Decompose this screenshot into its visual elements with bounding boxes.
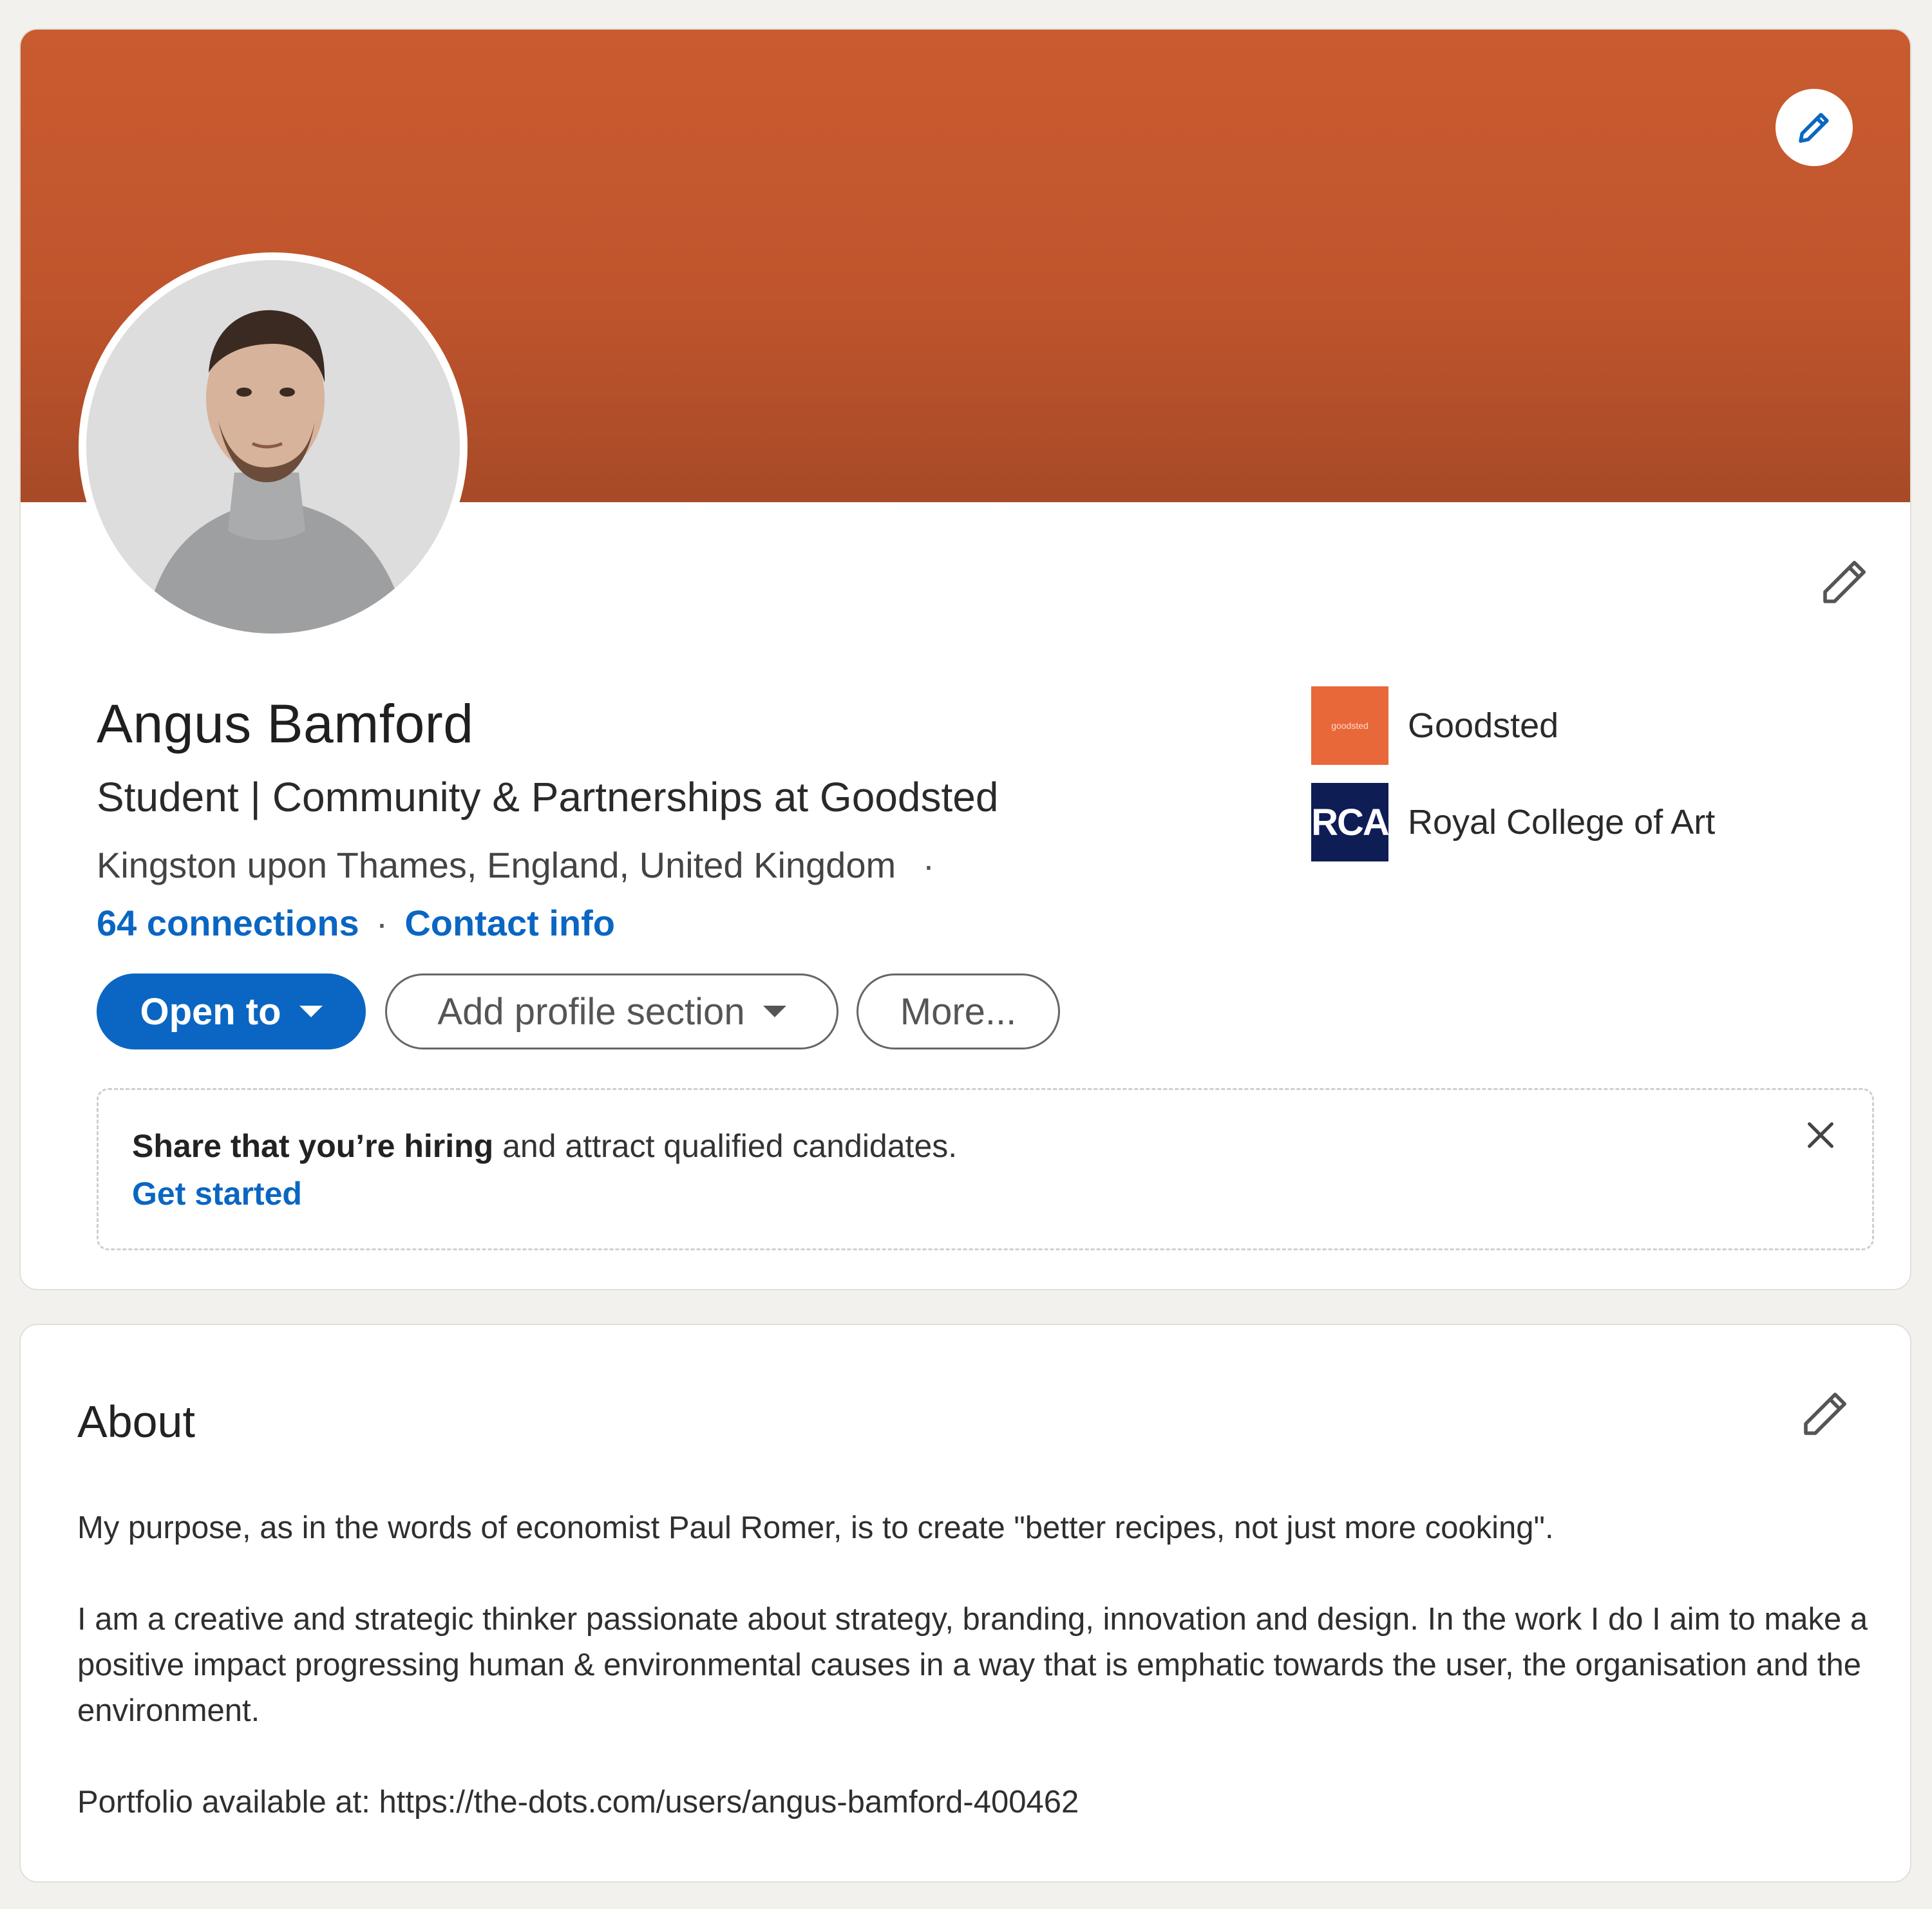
goodsted-logo: goodsted [1311,686,1388,765]
connections-link[interactable]: 64 connections [97,902,359,944]
contact-info-link[interactable]: Contact info [404,902,615,944]
close-icon [1808,1122,1833,1148]
hiring-rest-text: and attract qualified candidates. [493,1128,958,1164]
hiring-prompt: Share that you’re hiring and attract qua… [97,1088,1874,1250]
hiring-bold-text: Share that you’re hiring [132,1128,494,1164]
about-paragraph: My purpose, as in the words of economist… [77,1510,1554,1545]
org-name: Goodsted [1408,706,1559,745]
org-rca[interactable]: RCA Royal College of Art [1311,783,1715,861]
profile-name: Angus Bamford [97,693,474,754]
links-separator: · [375,903,388,943]
more-label: More... [900,990,1017,1033]
location-text: Kingston upon Thames, England, United Ki… [97,845,896,885]
pencil-icon [1823,561,1866,603]
profile-location: Kingston upon Thames, England, United Ki… [97,844,951,886]
avatar[interactable] [79,252,468,641]
profile-intro-card: Angus Bamford Student | Community & Part… [19,28,1911,1290]
org-name: Royal College of Art [1408,803,1716,842]
org-goodsted[interactable]: goodsted Goodsted [1311,686,1558,765]
caret-down-icon [762,1006,786,1017]
open-to-label: Open to [140,990,281,1033]
add-profile-section-label: Add profile section [437,990,745,1033]
about-title: About [77,1396,195,1447]
about-body: My purpose, as in the words of economist… [77,1505,1874,1825]
profile-photo-illustration [86,260,460,634]
about-card: About My purpose, as in the words of eco… [19,1324,1911,1883]
profile-links: 64 connections · Contact info [97,902,615,944]
edit-cover-button[interactable] [1776,89,1853,166]
about-paragraph: I am a creative and strategic thinker pa… [77,1602,1868,1728]
dismiss-hiring-button[interactable] [1795,1109,1846,1161]
edit-about-button[interactable] [1792,1383,1856,1447]
pencil-icon [1804,1393,1846,1435]
edit-intro-button[interactable] [1811,551,1875,616]
caret-down-icon [299,1006,323,1017]
rca-logo: RCA [1311,783,1390,861]
profile-headline: Student | Community & Partnerships at Go… [97,774,999,820]
hiring-text: Share that you’re hiring and attract qua… [132,1127,957,1165]
about-paragraph: Portfolio available at: https://the-dots… [77,1785,1079,1820]
location-separator: · [922,845,935,885]
add-profile-section-button[interactable]: Add profile section [385,973,838,1049]
pencil-icon [1799,113,1829,143]
more-button[interactable]: More... [857,973,1060,1049]
open-to-button[interactable]: Open to [97,973,366,1049]
get-started-link[interactable]: Get started [132,1175,302,1212]
profile-photo [86,260,460,634]
